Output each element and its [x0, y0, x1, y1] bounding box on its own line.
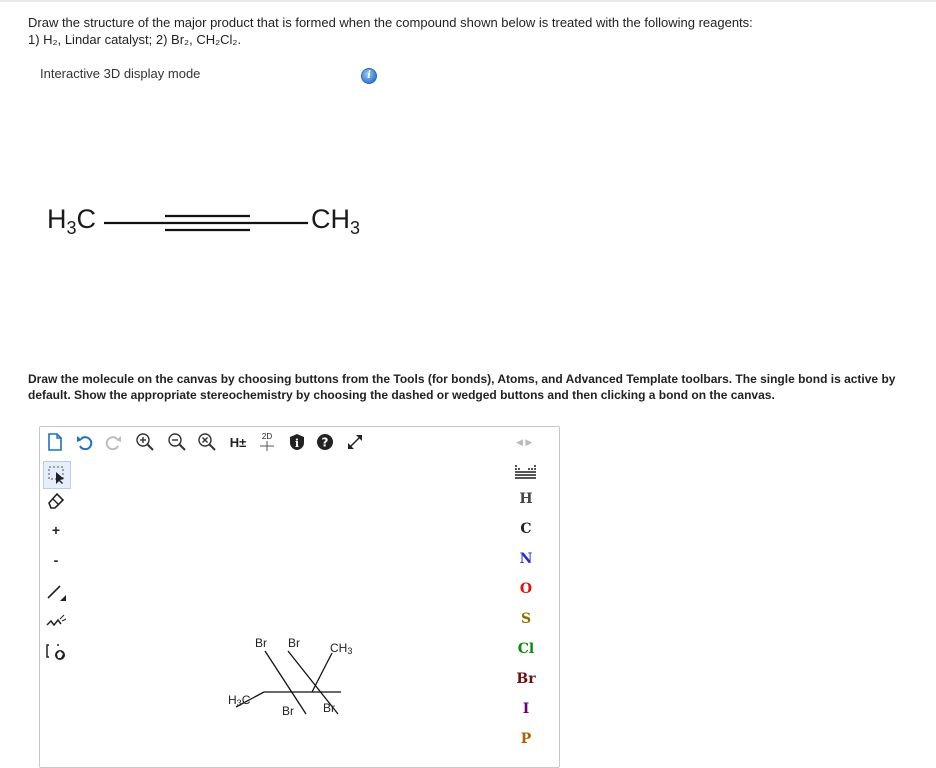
fullscreen-button[interactable]	[344, 431, 366, 453]
undo-icon	[77, 436, 93, 450]
zoom-out-button[interactable]	[166, 431, 188, 453]
top-divider	[0, 0, 936, 2]
zoom-reset-icon	[198, 433, 216, 451]
help-icon: ?	[317, 434, 333, 450]
canvas-atom-br-3[interactable]: Br	[282, 704, 294, 718]
expand-icon	[348, 435, 362, 449]
atom-button-p[interactable]: P	[514, 731, 538, 747]
redo-button[interactable]	[102, 431, 124, 453]
periodic-table-icon	[515, 465, 536, 479]
single-bond-icon	[47, 585, 66, 601]
new-document-button[interactable]	[44, 431, 66, 453]
erase-tool-button[interactable]	[45, 489, 67, 511]
selection-icon	[48, 466, 64, 484]
zoom-in-icon	[136, 433, 154, 451]
drawing-canvas[interactable]: Br Br CH3 H3C Br Br	[76, 463, 506, 763]
atom-button-i[interactable]: I	[514, 701, 538, 717]
redo-icon	[105, 436, 121, 450]
canvas-group-h3c[interactable]: H3C	[228, 693, 250, 708]
decrease-charge-button[interactable]: -	[45, 549, 67, 571]
zoom-reset-button[interactable]	[196, 431, 218, 453]
zoom-in-button[interactable]	[134, 431, 156, 453]
clean-2d-button[interactable]: 2D	[256, 431, 278, 453]
chain-icon	[46, 614, 67, 627]
about-icon: i	[290, 434, 304, 450]
question-text: Draw the structure of the major product …	[28, 14, 753, 48]
clean-2d-label: 2D	[261, 432, 273, 441]
about-button[interactable]: i	[286, 431, 308, 453]
canvas-atom-br-4[interactable]: Br	[323, 701, 335, 715]
atom-button-br[interactable]: Br	[514, 671, 538, 687]
zoom-out-icon	[168, 433, 186, 451]
question-line-1: Draw the structure of the major product …	[28, 15, 753, 30]
instructions-text: Draw the molecule on the canvas by choos…	[28, 372, 896, 402]
undo-button[interactable]	[74, 431, 96, 453]
svg-text:i: i	[295, 437, 299, 450]
template-icon	[46, 644, 65, 660]
molecule-editor: H± 2D i ? ◀ ▶ + - H C N O S Cl Br I P Br…	[39, 426, 560, 768]
new-document-icon	[48, 433, 62, 451]
eraser-icon	[48, 492, 65, 509]
atom-button-n[interactable]: N	[514, 551, 538, 567]
atom-button-c[interactable]: C	[514, 521, 538, 537]
canvas-group-ch3[interactable]: CH3	[330, 641, 352, 656]
atom-button-h[interactable]: H	[514, 491, 538, 507]
increase-charge-button[interactable]: +	[45, 519, 67, 541]
question-line-2: 1) H₂, Lindar catalyst; 2) Br₂, CH₂Cl₂.	[28, 32, 242, 47]
atom-button-o[interactable]: O	[514, 581, 538, 597]
periodic-table-button[interactable]	[515, 465, 537, 479]
product-bonds	[235, 650, 341, 715]
top-toolbar: H± 2D i ? ◀ ▶	[40, 427, 559, 459]
display-mode-label[interactable]: Interactive 3D display mode	[40, 66, 200, 81]
template-tool-button[interactable]	[45, 641, 67, 663]
canvas-atom-br-2[interactable]: Br	[288, 636, 300, 650]
chain-tool-button[interactable]	[45, 611, 67, 633]
info-icon[interactable]: i	[361, 68, 377, 84]
explicit-hydrogens-button[interactable]: H±	[226, 431, 250, 453]
scroll-arrows-icon[interactable]: ◀ ▶	[516, 437, 532, 448]
atom-button-cl[interactable]: Cl	[514, 641, 538, 657]
single-bond-button[interactable]	[45, 581, 67, 603]
clean-2d-icon	[260, 441, 274, 451]
help-button[interactable]: ?	[314, 431, 336, 453]
selection-tool-button[interactable]	[43, 461, 71, 489]
methyl-right-label: CH3	[311, 204, 361, 238]
svg-text:?: ?	[322, 436, 329, 450]
atom-button-s[interactable]: S	[514, 611, 538, 627]
triple-bond	[104, 214, 308, 232]
canvas-atom-br-1[interactable]: Br	[255, 636, 267, 650]
